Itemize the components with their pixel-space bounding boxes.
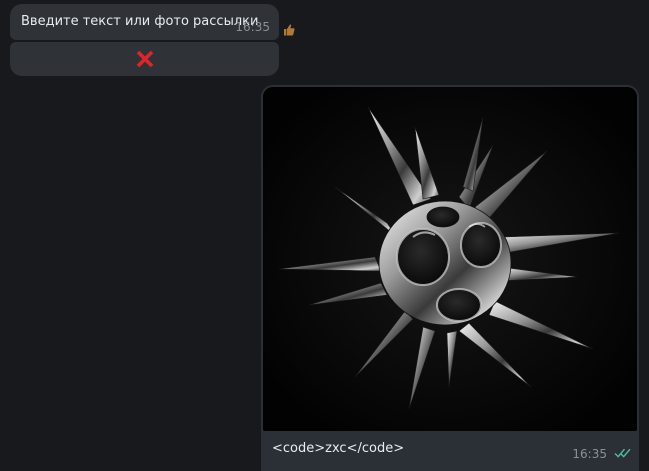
double-check-icon: [614, 448, 631, 458]
thumbs-up-icon[interactable]: [282, 23, 296, 37]
incoming-message: Введите текст или фото рассылки 16:35: [10, 4, 279, 40]
cross-icon: [136, 50, 154, 68]
cancel-inline-button[interactable]: [10, 42, 279, 76]
chat-window: Введите текст или фото рассылки 16:35 <c…: [0, 0, 649, 471]
message-photo[interactable]: [263, 87, 637, 431]
outgoing-message: <code>zxc</code> 16:35: [261, 85, 639, 471]
message-time: 16:35: [235, 20, 270, 34]
message-caption: <code>zxc</code>: [272, 441, 405, 456]
chrome-sphere-image: [263, 87, 637, 431]
message-time: 16:35: [572, 447, 607, 461]
message-text: Введите текст или фото рассылки: [21, 14, 259, 29]
